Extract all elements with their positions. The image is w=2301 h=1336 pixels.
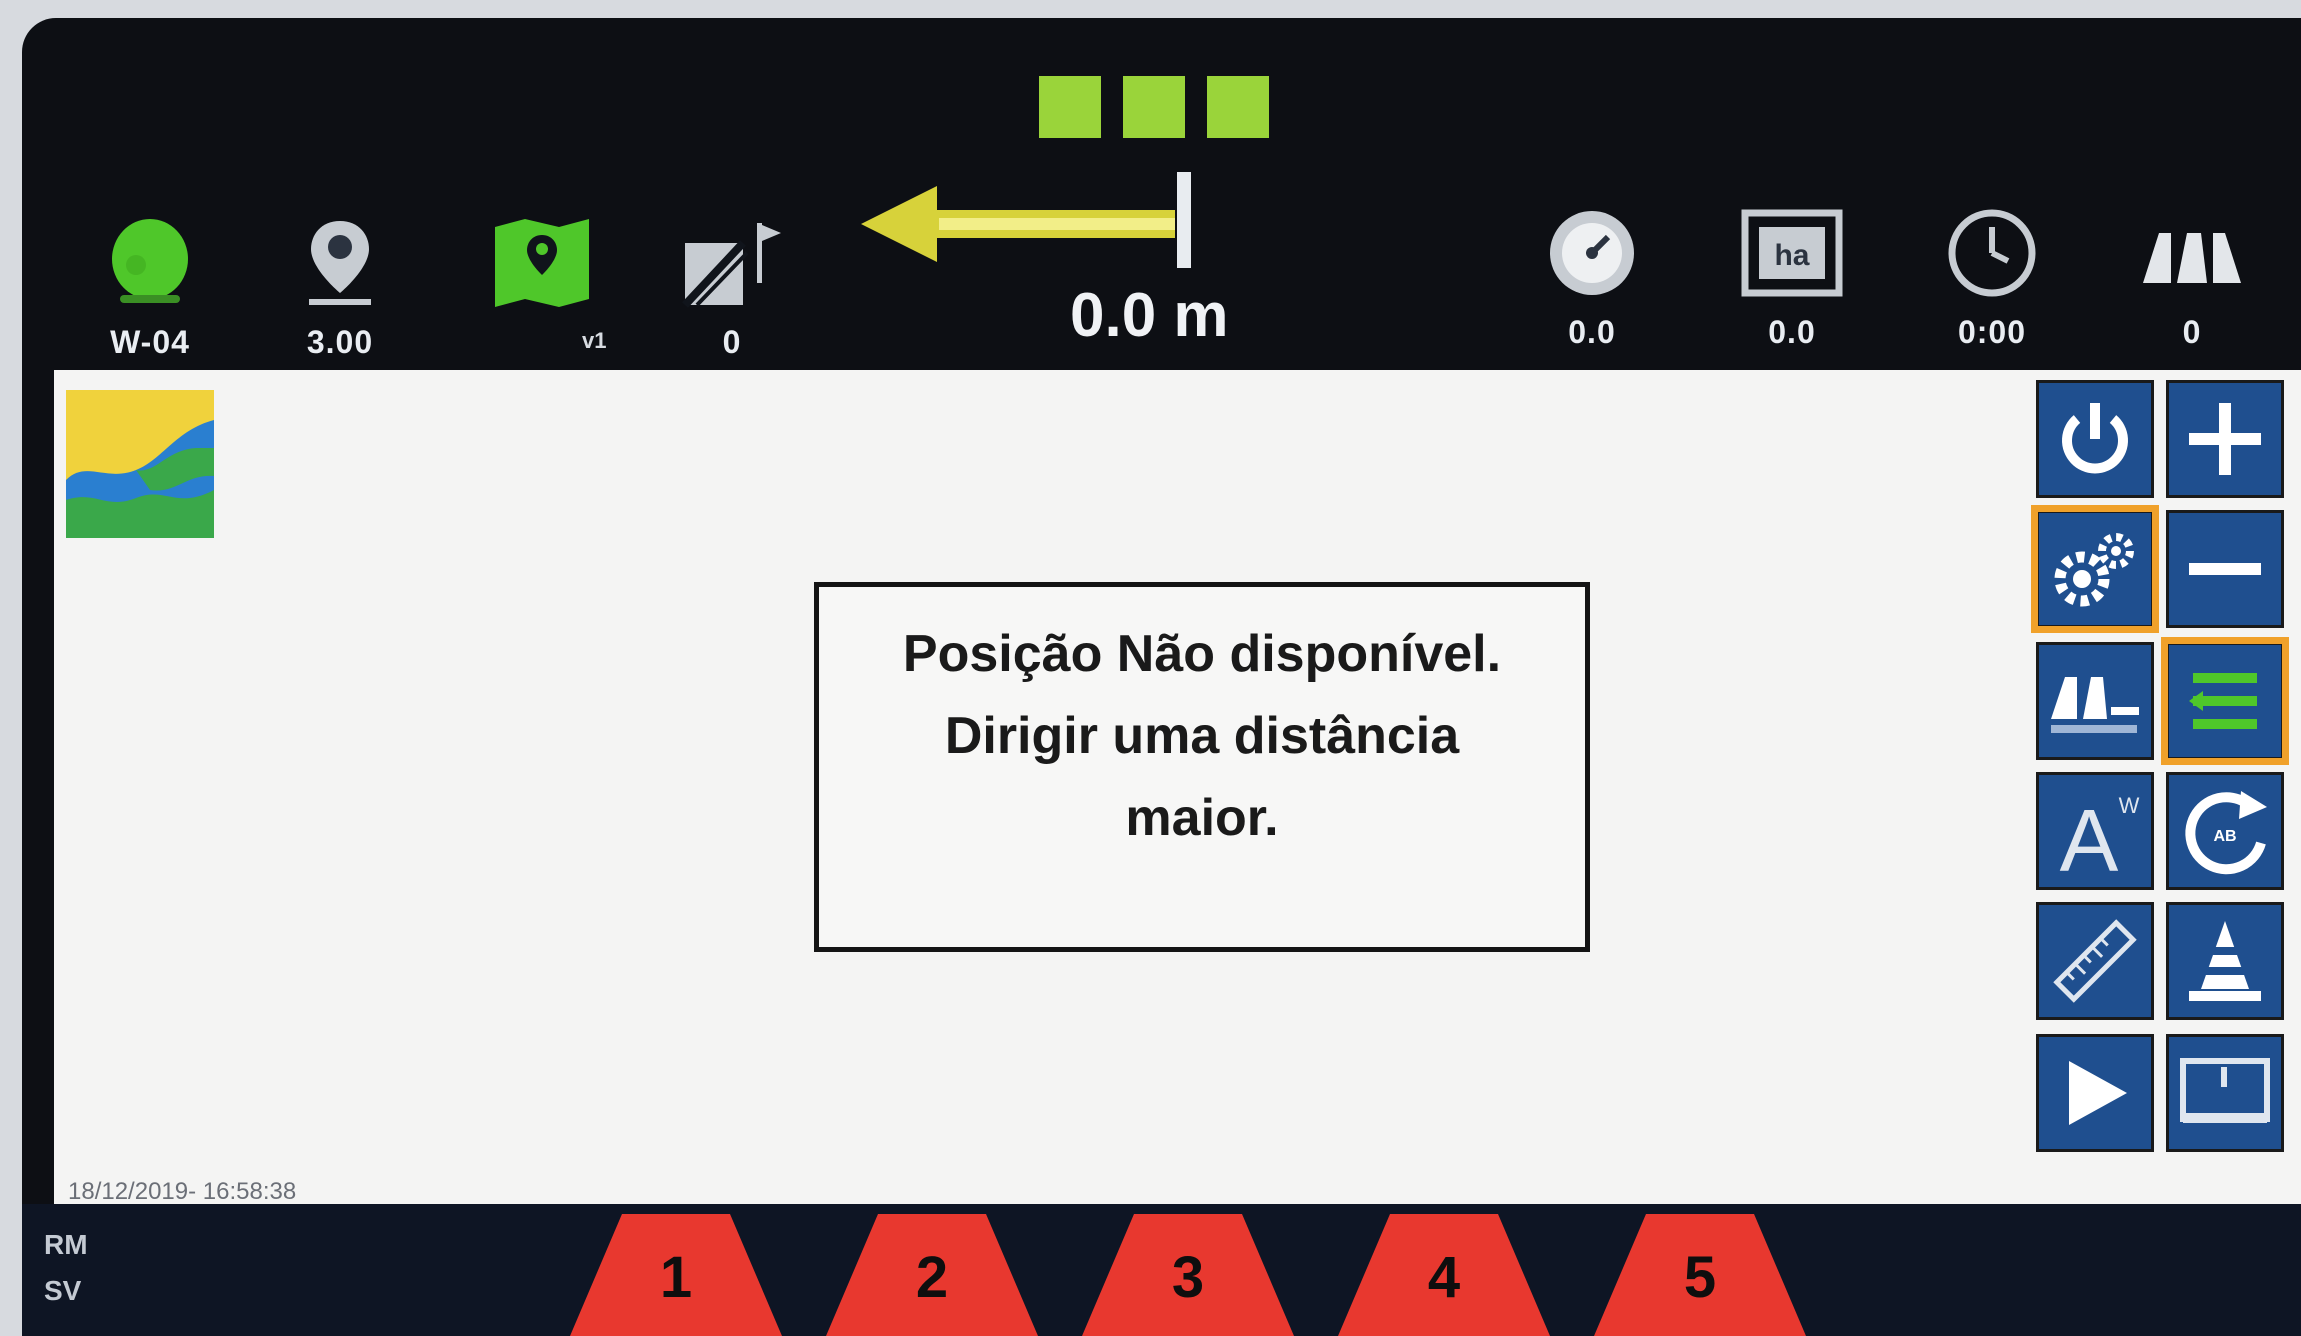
field-map-stat[interactable]: [472, 208, 612, 318]
cross-track-distance: 0.0 m: [1070, 281, 1229, 350]
mode-indicator: RM SV: [44, 1222, 88, 1314]
play-icon: [2069, 1061, 2127, 1125]
zoom-in-button[interactable]: [2166, 380, 2284, 498]
gears-icon: [2054, 533, 2134, 607]
steering-arrow-icon: [857, 168, 1197, 283]
guidance-list-button[interactable]: [2161, 637, 2289, 765]
sections-icon: [2122, 198, 2262, 308]
svg-text:ha: ha: [1774, 239, 1809, 272]
section-number: 4: [1427, 1245, 1461, 1310]
time-value: 0:00: [1957, 314, 2027, 350]
field-map-icon: [472, 208, 612, 318]
vehicle-icon: [80, 208, 220, 318]
section-control-icon: [2051, 677, 2139, 733]
section-1-button[interactable]: 1: [570, 1214, 782, 1336]
area-stat[interactable]: ha 0.0: [1722, 198, 1862, 351]
mode-line: RM: [44, 1229, 88, 1260]
speedometer-icon: [1522, 198, 1662, 308]
area-value: 0.0: [1768, 314, 1816, 350]
position-unavailable-dialog: Posição Não disponível. Dirigir uma dist…: [814, 582, 1590, 952]
minus-icon: [2189, 563, 2261, 575]
ab-refresh-icon: AB: [2185, 791, 2267, 875]
mode-line: SV: [44, 1275, 82, 1306]
auto-steer-button[interactable]: AW: [2036, 772, 2154, 890]
sections-value: 0: [2182, 314, 2202, 350]
play-button[interactable]: [2036, 1034, 2154, 1152]
guidance-list-icon: [2189, 673, 2257, 729]
dialog-message-line: Posição Não disponível.: [902, 625, 1502, 683]
ruler-button[interactable]: [2036, 902, 2154, 1020]
gps-signal-bar: [1123, 76, 1185, 138]
section-4-button[interactable]: 4: [1338, 1214, 1550, 1336]
zoom-out-button[interactable]: [2166, 510, 2284, 628]
section-5-button[interactable]: 5: [1594, 1214, 1806, 1336]
section-bar: RM SV 1 2 3 4 5: [22, 1204, 2301, 1336]
right-toolbar: AW AB: [2031, 370, 2301, 1204]
power-icon: [2062, 403, 2128, 474]
section-number: 3: [1171, 1245, 1205, 1310]
sections-stat[interactable]: 0: [2122, 198, 2262, 351]
guidance-lines-icon: [662, 208, 802, 318]
hectare-icon: ha: [1722, 198, 1862, 308]
plus-icon: [2189, 403, 2261, 475]
screen-view-icon: [2180, 1058, 2270, 1123]
cone-icon: [2189, 921, 2261, 1001]
version-tag: v1: [582, 328, 607, 353]
speed-value: 0.0: [1568, 314, 1616, 350]
section-2-button[interactable]: 2: [826, 1214, 1038, 1336]
section-number: 1: [659, 1245, 693, 1310]
section-control-button[interactable]: [2036, 642, 2154, 760]
section-number: 2: [915, 1245, 949, 1310]
gps-signal-indicator: [1039, 76, 1269, 138]
section-3-button[interactable]: 3: [1082, 1214, 1294, 1336]
dialog-message-line: Dirigir uma distância: [944, 707, 1460, 765]
svg-text:W: W: [2119, 793, 2140, 818]
clock-icon: [1922, 198, 2062, 308]
map-thumbnail[interactable]: [66, 390, 214, 538]
guidance-lines-value: 0: [722, 324, 742, 360]
gps-signal-bar: [1207, 76, 1269, 138]
gps-signal-bar: [1039, 76, 1101, 138]
speed-stat[interactable]: 0.0: [1522, 198, 1662, 351]
svg-text:AB: AB: [2213, 828, 2236, 845]
power-button[interactable]: [2036, 380, 2154, 498]
status-bar: W-04 3.00 v1 0 0.0 m 0.0 ha 0.0 0:00 0: [22, 18, 2301, 370]
width-value: 3.00: [306, 324, 374, 360]
cone-button[interactable]: [2166, 902, 2284, 1020]
width-stat[interactable]: 3.00: [270, 208, 410, 361]
time-stat[interactable]: 0:00: [1922, 198, 2062, 351]
svg-text:A: A: [2060, 791, 2119, 879]
timestamp: 18/12/2019- 16:58:38: [68, 1178, 297, 1205]
location-pin-icon: [270, 208, 410, 318]
vehicle-stat[interactable]: W-04: [80, 208, 220, 361]
device-screen: W-04 3.00 v1 0 0.0 m 0.0 ha 0.0 0:00 0 P…: [22, 18, 2301, 1336]
guidance-lines-stat[interactable]: 0: [662, 208, 802, 361]
section-number: 5: [1683, 1245, 1717, 1310]
ab-line-button[interactable]: AB: [2166, 772, 2284, 890]
map-view[interactable]: Posição Não disponível. Dirigir uma dist…: [54, 370, 2032, 1205]
auto-steer-icon: AW: [2060, 791, 2140, 879]
dialog-message-line: maior.: [1125, 789, 1279, 847]
screen-view-button[interactable]: [2166, 1034, 2284, 1152]
vehicle-value: W-04: [110, 324, 190, 360]
ruler-icon: [2053, 919, 2137, 1003]
settings-button[interactable]: [2031, 505, 2159, 633]
